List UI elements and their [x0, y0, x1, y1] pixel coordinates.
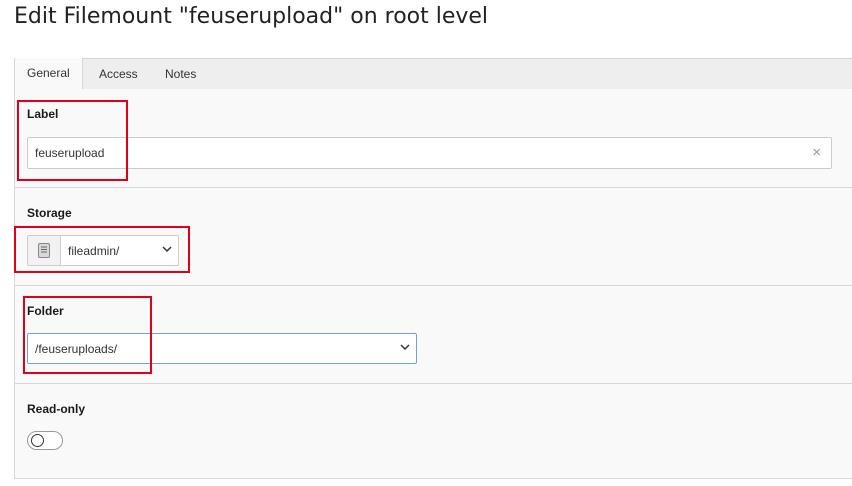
clear-icon[interactable]: ×	[812, 144, 821, 161]
storage-section: Storage fileadmin/	[15, 188, 852, 286]
tab-general[interactable]: General	[14, 58, 83, 90]
label-input-value: feuserupload	[35, 146, 105, 160]
tab-notes[interactable]: Notes	[153, 59, 208, 90]
readonly-section: Read-only	[15, 384, 852, 479]
readonly-field-label: Read-only	[27, 402, 86, 416]
storage-icon	[28, 236, 61, 265]
chevron-down-icon	[162, 246, 172, 253]
storage-select[interactable]: fileadmin/	[27, 235, 179, 266]
storage-select-value: fileadmin/	[68, 244, 120, 258]
toggle-knob	[31, 434, 44, 447]
general-tab-panel: Label feuserupload × Storage fileadmin/ …	[14, 89, 852, 479]
label-section: Label feuserupload ×	[15, 89, 852, 188]
label-input[interactable]: feuserupload ×	[27, 137, 832, 169]
folder-select[interactable]: /feuseruploads/	[27, 333, 417, 364]
page-title: Edit Filemount "feuserupload" on root le…	[14, 4, 489, 29]
folder-select-value: /feuseruploads/	[35, 342, 118, 356]
readonly-toggle[interactable]	[27, 431, 63, 450]
tab-bar: General Access Notes	[14, 58, 852, 90]
tab-access[interactable]: Access	[87, 59, 150, 90]
folder-section: Folder /feuseruploads/	[15, 286, 852, 384]
chevron-down-icon	[400, 344, 410, 351]
folder-field-label: Folder	[27, 304, 64, 318]
label-field-label: Label	[27, 107, 59, 121]
storage-field-label: Storage	[27, 206, 72, 220]
